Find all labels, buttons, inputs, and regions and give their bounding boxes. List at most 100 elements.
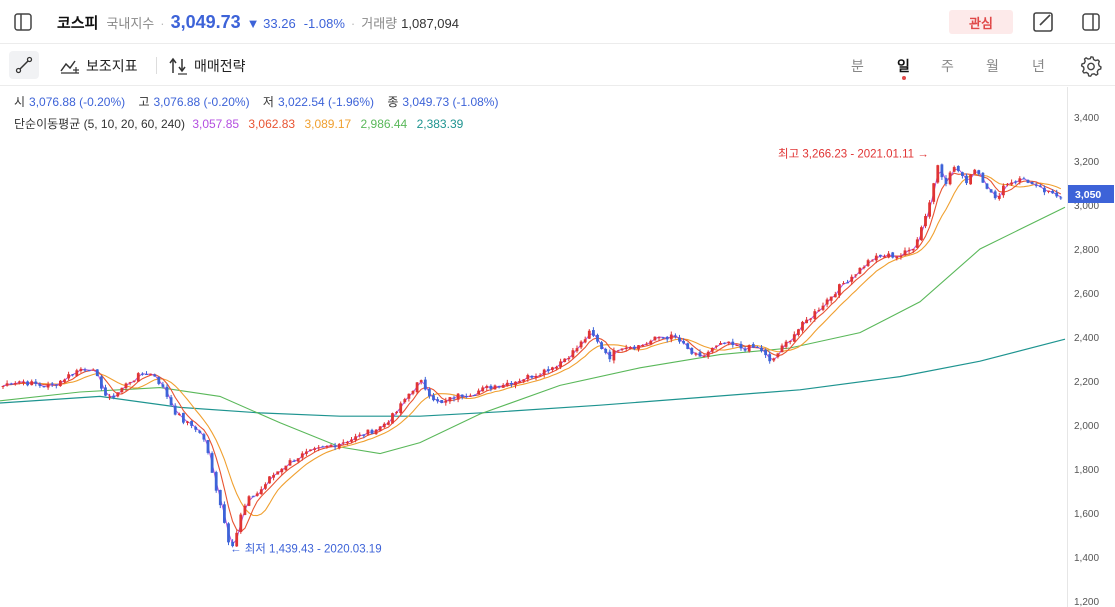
candle-body [973,169,977,175]
price-chart[interactable]: 3,4003,2003,0002,8002,6002,4002,2002,000… [0,87,1115,607]
candle-body [1022,178,1026,180]
candle-body [686,343,690,349]
settings-gear-icon[interactable] [1079,54,1103,78]
candle-body [514,381,517,386]
candle-body [473,394,476,396]
y-tick-label: 1,800 [1074,465,1099,476]
candle-body [985,183,989,189]
candle-body [366,429,370,435]
moving-average-lines [0,168,1066,546]
y-tick-label: 1,600 [1074,509,1099,520]
candle-body [489,385,493,389]
header: 코스피 국내지수 · 3,049.73 ▼ 33.26 -1.08% · 거래량… [0,0,1115,44]
period-week-tab[interactable]: 주 [941,56,954,76]
candle-body [481,387,485,392]
candle-body [358,434,362,436]
high-annotation: 최고 3,266.23 - 2021.01.11 → [778,147,929,160]
candle-body [1030,181,1034,185]
period-year-tab[interactable]: 년 [1032,56,1045,76]
candle-body [436,399,439,402]
panel-toggle-left-icon[interactable] [12,11,34,33]
indicator-label: 보조지표 [86,58,138,74]
market-label: 국내지수 [106,16,155,31]
candle-body [456,393,460,400]
candle-body [842,283,845,285]
period-day-tab[interactable]: 일 [897,56,910,76]
candle-body [22,381,25,383]
candle-body [108,396,111,398]
candle-body [91,369,95,371]
candle-body [645,343,649,345]
candle-body [477,390,480,395]
candle-body [633,346,636,349]
candle-body [407,393,411,399]
candle-body [1,386,5,388]
candle-body [120,387,124,393]
candle-body [997,195,1001,199]
candle-body [833,294,837,298]
strategy-button[interactable]: 매매전략 [168,56,246,76]
candle-body [5,383,9,386]
panel-toggle-right-icon[interactable] [1080,11,1102,33]
candle-body [628,347,632,349]
candle-body [555,366,558,369]
volume-value: 1,087,094 [401,16,459,31]
candle-body [1047,190,1050,192]
candle-body [444,400,448,403]
candle-body [419,380,423,382]
candle-body [604,349,608,353]
candle-body [132,380,136,382]
indicator-button[interactable]: 보조지표 [60,56,138,76]
candle-body [321,446,325,448]
candle-body [493,385,497,390]
separator-dot: · [350,16,356,31]
candle-body [915,239,919,248]
candle-body [382,423,386,428]
candle-body [161,384,165,387]
candle-body [821,305,825,310]
candle-body [825,299,829,305]
candle-body [75,370,79,376]
candle-body [567,358,571,360]
candle-body [341,442,345,444]
candle-body [177,413,181,415]
candle-body [71,374,75,376]
candle-body [739,343,743,349]
candle-body [969,174,972,185]
candle-body [1055,192,1059,197]
candle-body [210,453,214,473]
candle-body [247,496,251,506]
ma5-line [2,168,1062,546]
candle-body [362,434,366,436]
candle-body [641,345,644,347]
drawing-tool-icon[interactable] [9,51,39,79]
favorite-button[interactable]: 관심 [949,10,1013,34]
candle-body [706,351,710,357]
candle-body [944,177,948,184]
candle-body [710,347,714,352]
candle-body [850,276,854,282]
candle-body [854,274,858,276]
candle-body [887,253,890,258]
candle-body [858,267,862,274]
edit-icon[interactable] [1032,11,1054,33]
candle-body [190,421,193,426]
candle-body [956,166,960,171]
index-name: 코스피 [57,15,99,32]
candle-body [452,397,456,399]
period-month-tab[interactable]: 월 [986,56,999,76]
candle-body [669,334,673,340]
candle-body [760,347,763,351]
candle-body [346,441,349,444]
candle-body [747,345,751,352]
period-minute-tab[interactable]: 분 [851,56,864,76]
candle-body [173,405,177,415]
y-tick-label: 3,200 [1074,157,1099,168]
candle-body [145,373,148,375]
candle-body [411,391,415,394]
candle-body [649,340,653,345]
candle-body [395,411,398,413]
candle-body [26,381,29,386]
candle-body [239,514,243,533]
candle-body [432,395,435,401]
